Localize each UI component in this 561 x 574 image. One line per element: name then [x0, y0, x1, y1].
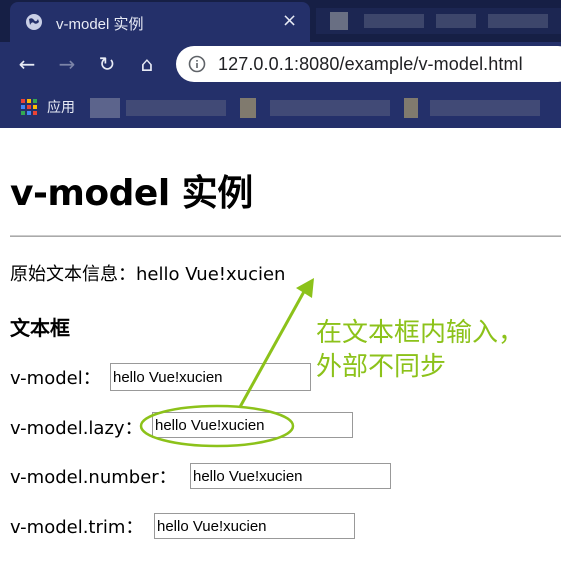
tab-strip: v-model 实例 ×	[0, 0, 561, 42]
forward-arrow-icon[interactable]: →	[54, 51, 80, 77]
v-model-trim-input[interactable]	[154, 513, 355, 539]
message-value: hello Vue!xucien	[136, 264, 286, 285]
info-icon[interactable]	[188, 55, 206, 73]
v-model-input[interactable]	[110, 363, 311, 391]
message-label: 原始文本信息：	[10, 264, 136, 285]
field-label: v-model.lazy：	[10, 418, 143, 439]
annotation-arrow-head	[296, 278, 314, 298]
home-icon[interactable]: ⌂	[134, 51, 160, 77]
browser-toolbar: ← → ↻ ⌂ 127.0.0.1:8080/example/v-model.h…	[0, 42, 561, 88]
field-label: v-model.trim：	[10, 517, 144, 538]
page-title: v-model 实例	[10, 173, 253, 214]
address-bar[interactable]: 127.0.0.1:8080/example/v-model.html	[176, 46, 561, 82]
field-label: v-model.number：	[10, 467, 177, 488]
browser-tab[interactable]: v-model 实例 ×	[10, 2, 310, 42]
annotation-line-2: 外部不同步	[316, 352, 447, 382]
annotation-line-1: 在文本框内输入，	[316, 318, 525, 348]
blurred-tab	[316, 8, 561, 34]
tab-title: v-model 实例	[56, 16, 144, 33]
url-text: 127.0.0.1:8080/example/v-model.html	[218, 54, 523, 74]
globe-icon	[26, 14, 42, 30]
field-label: v-model：	[10, 368, 101, 389]
back-arrow-icon[interactable]: ←	[14, 51, 40, 77]
blurred-bookmarks	[90, 98, 120, 118]
original-message: 原始文本信息：hello Vue!xucien	[10, 260, 285, 286]
bookmarks-bar: 应用	[0, 88, 561, 128]
reload-icon[interactable]: ↻	[94, 51, 120, 77]
annotation-note: 在文本框内输入， 外部不同步	[316, 316, 556, 384]
apps-grid-icon[interactable]	[20, 98, 38, 116]
close-icon[interactable]: ×	[282, 10, 297, 32]
divider	[10, 235, 561, 237]
apps-bookmark-label[interactable]: 应用	[47, 97, 75, 117]
v-model-number-input[interactable]	[190, 463, 391, 489]
page-content: v-model 实例 原始文本信息：hello Vue!xucien 文本框 v…	[0, 128, 561, 574]
section-heading: 文本框	[10, 316, 70, 340]
browser-chrome: v-model 实例 × ← → ↻ ⌂ 127.0.0.1:8080/exam…	[0, 0, 561, 128]
v-model-lazy-input[interactable]	[152, 412, 353, 438]
